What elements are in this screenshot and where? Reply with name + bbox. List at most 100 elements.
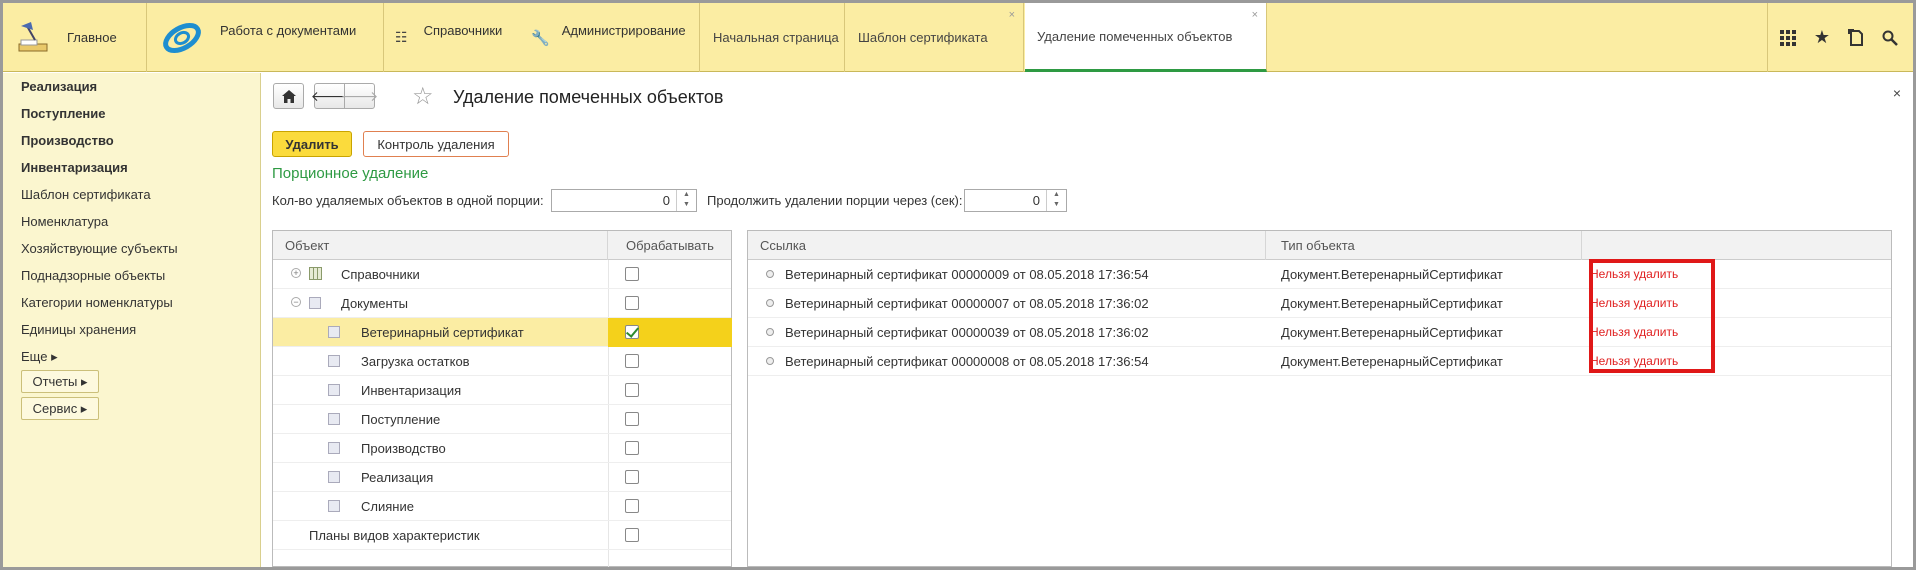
column-status[interactable] — [1582, 231, 1893, 260]
document-icon — [328, 471, 340, 483]
process-checkbox-checked[interactable] — [625, 325, 639, 339]
tab-delete-marked[interactable]: Удаление помеченных объектов × — [1025, 3, 1267, 72]
tab-close-icon[interactable]: × — [1252, 9, 1258, 21]
sidebar-item-more[interactable]: Еще ▸ — [21, 349, 58, 365]
section-admin[interactable]: 🔧 Администрирование — [521, 3, 700, 72]
history-icon[interactable] — [1838, 3, 1874, 72]
section-admin-label: Администрирование — [561, 23, 686, 38]
portion-size-stepper[interactable]: ▲ ▼ — [676, 190, 696, 211]
item-bullet-icon — [766, 299, 774, 307]
divider — [1767, 3, 1768, 72]
sidebar-item-inventory[interactable]: Инвентаризация — [21, 160, 128, 175]
tree-row[interactable]: Слияние — [273, 492, 731, 521]
process-checkbox[interactable] — [625, 296, 639, 310]
type-cell: Документ.ВетеренарныйСертификат — [1281, 325, 1503, 340]
tab-label: Удаление помеченных объектов — [1037, 28, 1233, 44]
document-icon — [328, 500, 340, 512]
sidebar-item-receipts[interactable]: Поступление — [21, 106, 106, 121]
continue-delay-stepper[interactable]: ▲ ▼ — [1046, 190, 1066, 211]
section-documents[interactable]: Работа с документами — [148, 3, 384, 72]
link-cell: Ветеринарный сертификат 00000008 от 08.0… — [785, 354, 1149, 369]
link-cell: Ветеринарный сертификат 00000039 от 08.0… — [785, 325, 1149, 340]
wrench-icon: 🔧 — [531, 29, 550, 47]
sidebar-item-nomenclature[interactable]: Номенклатура — [21, 214, 108, 229]
delete-control-button[interactable]: Контроль удаления — [363, 131, 509, 157]
sidebar-item-supervised-objects[interactable]: Поднадзорные объекты — [21, 268, 165, 283]
process-checkbox[interactable] — [625, 441, 639, 455]
home-icon — [281, 89, 296, 103]
table-row[interactable]: Ветеринарный сертификат 00000007 от 08.0… — [748, 289, 1891, 318]
tree-row-label: Планы видов характеристик — [309, 528, 480, 543]
tree-row-selected[interactable]: Ветеринарный сертификат — [273, 318, 732, 347]
document-icon — [309, 297, 321, 309]
collapse-icon[interactable]: − — [291, 297, 301, 307]
references-table: Ссылка Тип объекта Ветеринарный сертифик… — [747, 230, 1892, 567]
orbit-logo-icon — [163, 22, 201, 53]
tab-label: Шаблон сертификата — [858, 30, 988, 45]
tab-close-icon[interactable]: × — [1009, 9, 1015, 21]
apps-grid-icon[interactable] — [1770, 3, 1806, 72]
tree-row[interactable]: Инвентаризация — [273, 376, 731, 405]
delete-button[interactable]: Удалить — [272, 131, 352, 157]
sidebar-item-production[interactable]: Производство — [21, 133, 114, 148]
forward-button[interactable]: 🡒 — [341, 83, 378, 109]
process-checkbox[interactable] — [625, 470, 639, 484]
process-checkbox[interactable] — [625, 412, 639, 426]
catalog-grid-icon — [309, 267, 322, 280]
table-row[interactable]: Ветеринарный сертификат 00000039 от 08.0… — [748, 318, 1891, 347]
reports-button[interactable]: Отчеты ▸ — [21, 370, 99, 393]
tree-row-label: Документы — [341, 296, 409, 311]
tree-row[interactable]: Производство — [273, 434, 731, 463]
expand-icon[interactable]: + — [291, 268, 301, 278]
tab-certificate-template[interactable]: Шаблон сертификата × — [846, 3, 1024, 72]
process-checkbox[interactable] — [625, 354, 639, 368]
section-main[interactable]: Главное — [3, 3, 147, 72]
table-row[interactable]: Ветеринарный сертификат 00000008 от 08.0… — [748, 347, 1891, 376]
tree-row-label: Реализация — [361, 470, 434, 485]
tab-start-page[interactable]: Начальная страница — [701, 3, 845, 72]
process-checkbox[interactable] — [625, 528, 639, 542]
home-button[interactable] — [273, 83, 304, 109]
favorite-star-icon[interactable]: ☆ — [412, 82, 434, 111]
star-icon[interactable]: ★ — [1804, 3, 1840, 72]
column-object-type[interactable]: Тип объекта — [1266, 231, 1582, 260]
tree-row-label: Инвентаризация — [361, 383, 462, 398]
sidebar-item-certificate-template[interactable]: Шаблон сертификата — [21, 187, 151, 202]
process-checkbox[interactable] — [625, 267, 639, 281]
tree-row-label: Справочники — [341, 267, 420, 282]
tree-row[interactable]: Загрузка остатков — [273, 347, 731, 376]
document-icon — [328, 326, 340, 338]
objects-table: Объект Обрабатывать + Справочники − Доку… — [272, 230, 732, 567]
column-object[interactable]: Объект — [273, 231, 608, 260]
close-icon[interactable]: × — [1893, 85, 1901, 101]
service-button[interactable]: Сервис ▸ — [21, 397, 99, 420]
process-checkbox[interactable] — [625, 499, 639, 513]
table-row[interactable]: Ветеринарный сертификат 00000009 от 08.0… — [748, 260, 1891, 289]
column-link[interactable]: Ссылка — [748, 231, 1266, 260]
document-icon — [328, 384, 340, 396]
portion-size-label: Кол-во удаляемых объектов в одной порции… — [272, 193, 544, 208]
section-main-label: Главное — [67, 30, 117, 45]
sidebar-item-business-entities[interactable]: Хозяйствующие субъекты — [21, 241, 178, 256]
tree-row[interactable]: Реализация — [273, 463, 731, 492]
section-documents-label: Работа с документами — [220, 23, 357, 38]
process-checkbox[interactable] — [625, 383, 639, 397]
continue-delay-input[interactable]: 0 ▲ ▼ — [964, 189, 1067, 212]
column-process[interactable]: Обрабатывать — [608, 231, 733, 260]
link-cell: Ветеринарный сертификат 00000009 от 08.0… — [785, 267, 1149, 282]
sidebar-item-storage-units[interactable]: Единицы хранения — [21, 322, 136, 337]
tree-row[interactable]: + Справочники — [273, 260, 731, 289]
search-icon[interactable] — [1872, 3, 1908, 72]
sidebar-item-sales[interactable]: Реализация — [21, 79, 97, 94]
continue-delay-value: 0 — [1032, 193, 1040, 208]
tree-row[interactable]: − Документы — [273, 289, 731, 318]
tree-row[interactable]: Поступление — [273, 405, 731, 434]
document-icon — [328, 442, 340, 454]
tree-row[interactable]: Планы видов характеристик — [273, 521, 731, 550]
portion-size-input[interactable]: 0 ▲ ▼ — [551, 189, 697, 212]
section-catalogs-label: Справочники — [423, 23, 503, 38]
section-catalogs[interactable]: ☷ Справочники — [385, 3, 521, 72]
tree-row-label: Загрузка остатков — [361, 354, 470, 369]
group-title: Порционное удаление — [272, 165, 429, 182]
sidebar-item-nomenclature-categories[interactable]: Категории номенклатуры — [21, 295, 173, 310]
